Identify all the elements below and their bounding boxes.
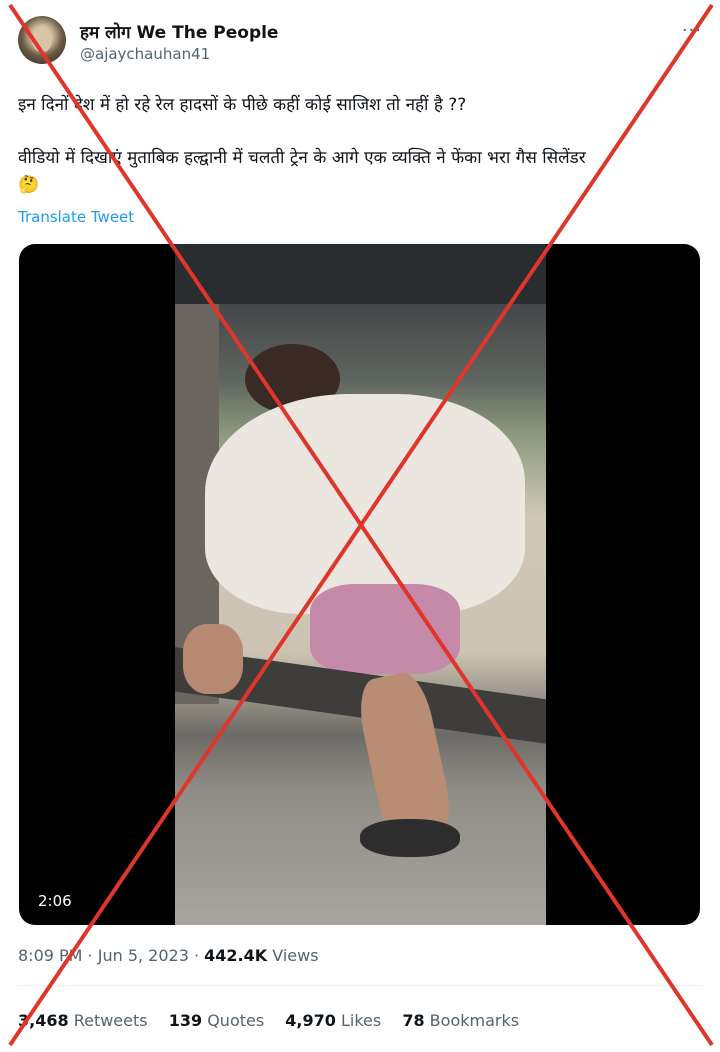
tweet-line-2-text: वीडियो में दिखाएं मुताबिक हल्द्वानी में …	[18, 148, 586, 168]
retweets-count: 3,468	[18, 1011, 69, 1030]
likes-stat[interactable]: 4,970 Likes	[285, 1011, 381, 1030]
tweet-line-1: इन दिनों देश में हो रहे रेल हादसों के पी…	[18, 95, 467, 115]
bookmarks-stat[interactable]: 78 Bookmarks	[402, 1011, 519, 1030]
author-handle[interactable]: @ajaychauhan41	[80, 45, 210, 63]
quotes-label: Quotes	[207, 1011, 265, 1030]
engagement-stats: 3,468 Retweets 139 Quotes 4,970 Likes 78…	[18, 1011, 535, 1030]
views-label: Views	[272, 946, 319, 965]
translate-tweet-link[interactable]: Translate Tweet	[18, 208, 134, 226]
retweets-label: Retweets	[73, 1011, 148, 1030]
tweet-time[interactable]: 8:09 PM	[18, 946, 82, 965]
tweet-meta: 8:09 PM · Jun 5, 2023 · 442.4K Views	[18, 946, 319, 965]
video-frame	[175, 244, 546, 925]
views-count: 442.4K	[204, 946, 268, 965]
tweet-date[interactable]: Jun 5, 2023	[98, 946, 189, 965]
video-player[interactable]: 2:06	[19, 244, 700, 925]
retweets-stat[interactable]: 3,468 Retweets	[18, 1011, 148, 1030]
meta-separator: ·	[188, 946, 205, 965]
video-duration-badge: 2:06	[32, 889, 78, 913]
likes-count: 4,970	[285, 1011, 336, 1030]
divider	[18, 985, 702, 986]
more-options-icon[interactable]: ···	[682, 20, 702, 41]
quotes-stat[interactable]: 139 Quotes	[169, 1011, 264, 1030]
thinking-emoji-icon: 🤔	[18, 175, 40, 195]
meta-separator: ·	[82, 946, 98, 965]
tweet-line-2: वीडियो में दिखाएं मुताबिक हल्द्वानी में …	[18, 145, 698, 199]
quotes-count: 139	[168, 1011, 203, 1030]
tweet-text: इन दिनों देश में हो रहे रेल हादसों के पी…	[18, 92, 698, 199]
bookmarks-label: Bookmarks	[429, 1011, 520, 1030]
author-display-name[interactable]: हम लोग We The People	[80, 20, 278, 43]
likes-label: Likes	[340, 1011, 382, 1030]
author-avatar[interactable]	[18, 16, 66, 64]
bookmarks-count: 78	[402, 1011, 425, 1030]
